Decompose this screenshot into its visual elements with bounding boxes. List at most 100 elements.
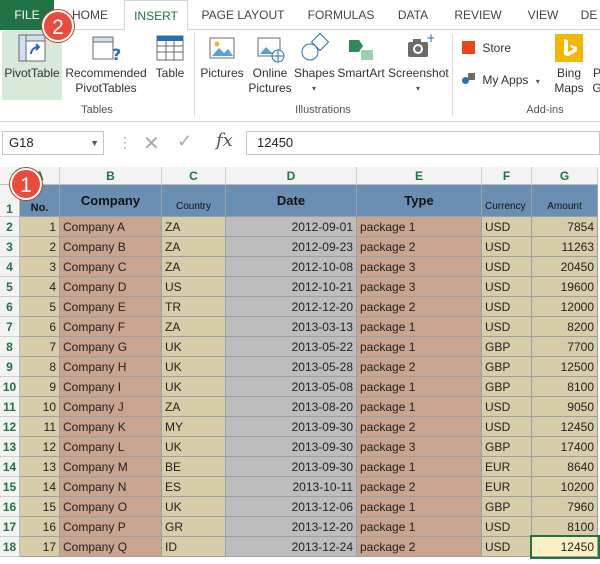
table-cell[interactable]: 2013-05-08	[226, 377, 357, 397]
table-cell[interactable]: package 1	[357, 397, 482, 417]
table-cell[interactable]: 2012-10-21	[226, 277, 357, 297]
screenshot-button[interactable]: + Screenshot ▾	[388, 30, 449, 100]
table-cell[interactable]: ZA	[162, 217, 226, 237]
table-cell[interactable]: USD	[482, 257, 532, 277]
table-cell[interactable]: 8100	[532, 517, 598, 537]
table-cell[interactable]: 12000	[532, 297, 598, 317]
table-cell[interactable]: 2013-05-28	[226, 357, 357, 377]
table-cell[interactable]: package 2	[357, 357, 482, 377]
table-cell[interactable]: 20450	[532, 257, 598, 277]
table-cell[interactable]: 16	[20, 517, 60, 537]
tab-data[interactable]: DATA	[388, 0, 438, 30]
table-cell[interactable]: package 1	[357, 317, 482, 337]
table-cell[interactable]: 2013-10-11	[226, 477, 357, 497]
table-cell[interactable]: 10200	[532, 477, 598, 497]
formula-input[interactable]: 12450	[246, 131, 600, 155]
table-cell[interactable]: package 2	[357, 537, 482, 557]
table-cell[interactable]: Company H	[60, 357, 162, 377]
table-cell[interactable]: 7700	[532, 337, 598, 357]
table-cell[interactable]: GBP	[482, 377, 532, 397]
table-cell[interactable]: Company D	[60, 277, 162, 297]
table-cell[interactable]: 2013-05-22	[226, 337, 357, 357]
row-header[interactable]: 4	[0, 257, 20, 277]
table-cell[interactable]: Company A	[60, 217, 162, 237]
column-header-b[interactable]: B	[60, 167, 162, 185]
table-cell[interactable]: 15	[20, 497, 60, 517]
column-header-g[interactable]: G	[532, 167, 598, 185]
tab-formulas[interactable]: FORMULAS	[300, 0, 382, 30]
table-header-cell[interactable]: Currency	[482, 185, 532, 217]
row-header[interactable]: 3	[0, 237, 20, 257]
my-apps-dropdown-icon[interactable]: ▾	[536, 77, 540, 86]
row-header[interactable]: 6	[0, 297, 20, 317]
table-cell[interactable]: 7960	[532, 497, 598, 517]
table-cell[interactable]: Company G	[60, 337, 162, 357]
enter-icon[interactable]: ✓	[177, 131, 192, 152]
table-cell[interactable]: package 3	[357, 257, 482, 277]
table-cell[interactable]: 10	[20, 397, 60, 417]
table-cell[interactable]: Company L	[60, 437, 162, 457]
table-cell[interactable]: MY	[162, 417, 226, 437]
table-cell[interactable]: package 1	[357, 517, 482, 537]
column-header-c[interactable]: C	[162, 167, 226, 185]
shapes-dropdown-icon[interactable]: ▾	[294, 81, 334, 96]
table-cell[interactable]: Company E	[60, 297, 162, 317]
row-header[interactable]: 15	[0, 477, 20, 497]
column-header-d[interactable]: D	[226, 167, 357, 185]
table-cell[interactable]: 1	[20, 217, 60, 237]
table-cell[interactable]: Company O	[60, 497, 162, 517]
table-cell[interactable]: UK	[162, 377, 226, 397]
table-cell[interactable]: ZA	[162, 317, 226, 337]
table-cell[interactable]: 2012-10-08	[226, 257, 357, 277]
table-cell[interactable]: USD	[482, 537, 532, 557]
table-cell[interactable]: 2012-12-20	[226, 297, 357, 317]
table-cell[interactable]: package 2	[357, 477, 482, 497]
table-cell[interactable]: UK	[162, 437, 226, 457]
table-cell[interactable]: 12	[20, 437, 60, 457]
table-cell[interactable]: ID	[162, 537, 226, 557]
table-cell[interactable]: USD	[482, 397, 532, 417]
table-cell[interactable]: 8640	[532, 457, 598, 477]
table-cell[interactable]: 8200	[532, 317, 598, 337]
table-cell[interactable]: package 3	[357, 437, 482, 457]
row-header[interactable]: 5	[0, 277, 20, 297]
table-cell[interactable]: package 2	[357, 417, 482, 437]
table-cell[interactable]: 2012-09-01	[226, 217, 357, 237]
table-cell[interactable]: package 1	[357, 457, 482, 477]
table-cell[interactable]: USD	[482, 277, 532, 297]
table-cell[interactable]: EUR	[482, 477, 532, 497]
table-cell[interactable]: 7	[20, 337, 60, 357]
row-header[interactable]: 14	[0, 457, 20, 477]
table-cell[interactable]: package 1	[357, 217, 482, 237]
table-cell[interactable]: GR	[162, 517, 226, 537]
table-cell[interactable]: package 2	[357, 237, 482, 257]
table-cell[interactable]: USD	[482, 217, 532, 237]
table-cell[interactable]: TR	[162, 297, 226, 317]
row-header[interactable]: 12	[0, 417, 20, 437]
table-cell[interactable]: 9050	[532, 397, 598, 417]
tab-page-layout[interactable]: PAGE LAYOUT	[194, 0, 292, 30]
spreadsheet-grid[interactable]: ABCDEFG1No.CompanyCountryDateTypeCurrenc…	[0, 167, 600, 564]
table-cell[interactable]: GBP	[482, 337, 532, 357]
column-header-f[interactable]: F	[482, 167, 532, 185]
row-header[interactable]: 18	[0, 537, 20, 557]
row-header[interactable]: 7	[0, 317, 20, 337]
table-cell[interactable]: 2013-09-30	[226, 417, 357, 437]
table-cell[interactable]: 8	[20, 357, 60, 377]
shapes-button[interactable]: Shapes ▾	[294, 30, 335, 100]
people-graph-button[interactable]: P G	[590, 30, 600, 102]
tab-review[interactable]: REVIEW	[446, 0, 510, 30]
table-cell[interactable]: 6	[20, 317, 60, 337]
table-header-cell[interactable]: Date	[226, 185, 357, 217]
row-header[interactable]: 13	[0, 437, 20, 457]
table-cell[interactable]: USD	[482, 237, 532, 257]
table-cell[interactable]: 2013-03-13	[226, 317, 357, 337]
bing-maps-button[interactable]: Bing Maps	[550, 30, 588, 102]
table-cell[interactable]: Company Q	[60, 537, 162, 557]
table-cell[interactable]: 2013-12-24	[226, 537, 357, 557]
table-cell[interactable]: 4	[20, 277, 60, 297]
row-header[interactable]: 16	[0, 497, 20, 517]
table-cell[interactable]: USD	[482, 517, 532, 537]
table-cell[interactable]: Company P	[60, 517, 162, 537]
formula-bar-grip-icon[interactable]: ⋮	[118, 134, 132, 151]
